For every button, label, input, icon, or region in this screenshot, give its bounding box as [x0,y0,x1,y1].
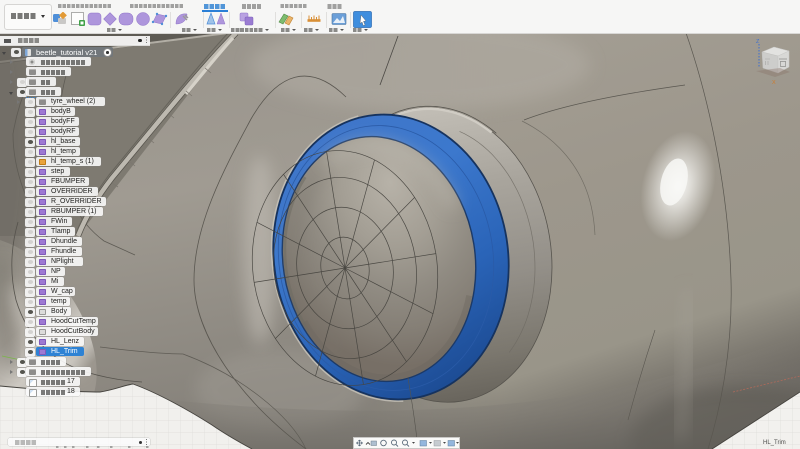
svg-text:X: X [772,80,776,86]
